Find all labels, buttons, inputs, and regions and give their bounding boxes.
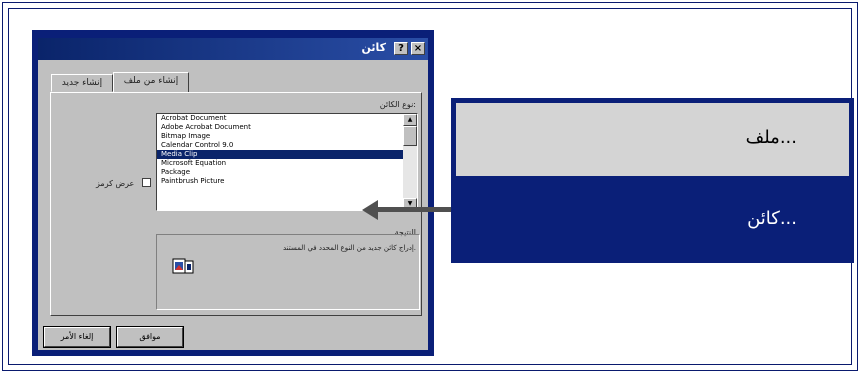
tab-create-new[interactable]: إنشاء جديد — [51, 74, 113, 92]
help-button[interactable]: ? — [394, 42, 408, 55]
object-icon — [172, 258, 194, 274]
cancel-button[interactable]: إلغاء الأمر — [43, 326, 111, 348]
pointer-arrow-icon — [362, 200, 378, 220]
list-item[interactable]: Media Clip — [157, 150, 417, 159]
list-item[interactable]: Calendar Control 9.0 — [157, 141, 417, 150]
menu-item-file[interactable]: ملف... — [456, 103, 849, 176]
list-item[interactable]: Bitmap Image — [157, 132, 417, 141]
scroll-up-arrow[interactable]: ▲ — [403, 114, 417, 126]
object-type-label: نوع الكائن: — [379, 100, 416, 109]
list-item[interactable]: Acrobat Document — [157, 114, 417, 123]
scroll-thumb[interactable] — [403, 126, 417, 146]
list-item[interactable]: Paintbrush Picture — [157, 177, 417, 186]
object-type-list[interactable]: Acrobat Document Adobe Acrobat Document Bi… — [156, 113, 418, 211]
dialog-body: كائن ? × إنشاء من ملف إنشاء جديد نوع الك… — [38, 38, 428, 350]
list-item[interactable]: Microsoft Equation — [157, 159, 417, 168]
close-button[interactable]: × — [411, 42, 425, 55]
list-item[interactable]: Adobe Acrobat Document — [157, 123, 417, 132]
display-as-icon-checkbox[interactable] — [142, 178, 151, 187]
menu-item-object[interactable]: كائن... — [456, 178, 849, 257]
ok-button[interactable]: موافق — [116, 326, 184, 348]
dialog-titlebar: كائن ? × — [38, 38, 428, 60]
menu-item-file-label: ملف... — [745, 127, 797, 148]
list-item[interactable]: Package — [157, 168, 417, 177]
object-dialog: كائن ? × إنشاء من ملف إنشاء جديد نوع الك… — [32, 30, 434, 356]
list-scrollbar[interactable]: ▲ ▼ — [403, 114, 417, 210]
result-text: إدراج كائن جديد من النوع المحدد في المست… — [282, 244, 416, 252]
menu-item-object-label: كائن... — [747, 208, 797, 229]
insert-menu: ملف... كائن... — [451, 98, 854, 263]
tab-create-from-file[interactable]: إنشاء من ملف — [113, 72, 189, 92]
dialog-title: كائن — [361, 41, 386, 54]
display-as-icon-label: عرض كرمز — [96, 179, 135, 188]
